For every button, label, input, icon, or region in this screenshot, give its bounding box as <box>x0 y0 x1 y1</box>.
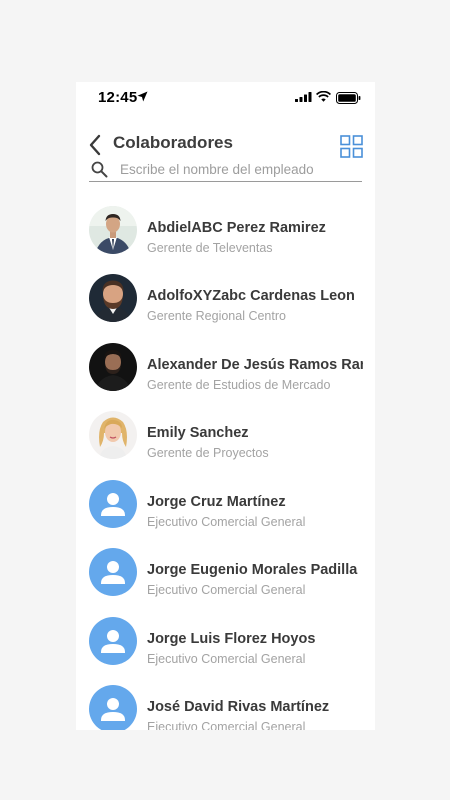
battery-icon <box>336 92 361 104</box>
phone-screen: 12:45 Colaboradores Escribe el nombre de… <box>76 82 375 730</box>
avatar-photo <box>89 274 137 322</box>
employee-name: AdolfoXYZabc Cardenas Leon <box>147 288 355 304</box>
employee-role: Ejecutivo Comercial General <box>147 583 306 597</box>
avatar-photo <box>89 206 137 254</box>
status-time: 12:45 <box>98 89 138 106</box>
list-item[interactable]: AdolfoXYZabc Cardenas Leon Gerente Regio… <box>76 270 375 338</box>
list-item[interactable]: Jorge Luis Florez Hoyos Ejecutivo Comerc… <box>76 613 375 681</box>
location-arrow-icon <box>137 91 148 102</box>
wifi-icon <box>316 91 331 102</box>
employee-name: Emily Sanchez <box>147 425 249 441</box>
employee-role: Ejecutivo Comercial General <box>147 652 306 666</box>
page-title: Colaboradores <box>113 133 233 152</box>
person-icon <box>89 685 137 730</box>
employee-name: Jorge Cruz Martínez <box>147 494 286 510</box>
employee-name: Jorge Eugenio Morales Padilla <box>147 562 358 578</box>
employee-name: Jorge Luis Florez Hoyos <box>147 631 316 647</box>
employee-name: Alexander De Jesús Ramos Rangel <box>147 357 363 373</box>
grid-view-icon[interactable] <box>340 135 363 158</box>
employee-name: José David Rivas Martínez <box>147 699 330 715</box>
avatar-photo <box>89 411 137 459</box>
list-item[interactable]: Emily Sanchez Gerente de Proyectos <box>76 407 375 475</box>
employee-role: Gerente de Proyectos <box>147 446 269 460</box>
status-bar: 12:45 <box>76 82 375 114</box>
employee-role: Ejecutivo Comercial General <box>147 720 306 730</box>
search-input[interactable] <box>120 160 356 179</box>
list-item[interactable]: Alexander De Jesús Ramos Rangel Gerente … <box>76 339 375 407</box>
employee-role: Gerente Regional Centro <box>147 309 286 323</box>
person-icon <box>89 548 137 596</box>
header: Colaboradores <box>76 130 375 160</box>
employee-role: Ejecutivo Comercial General <box>147 515 306 529</box>
employee-name: AbdielABC Perez Ramirez <box>147 220 326 236</box>
person-icon <box>89 617 137 665</box>
search-bar <box>89 160 362 182</box>
list-item[interactable]: José David Rivas Martínez Ejecutivo Come… <box>76 681 375 730</box>
back-chevron-icon[interactable] <box>88 134 102 156</box>
employee-role: Gerente de Televentas <box>147 241 273 255</box>
list-item[interactable]: AbdielABC Perez Ramirez Gerente de Telev… <box>76 202 375 270</box>
person-icon <box>89 480 137 528</box>
list-item[interactable]: Jorge Cruz Martínez Ejecutivo Comercial … <box>76 476 375 544</box>
list-item[interactable]: Jorge Eugenio Morales Padilla Ejecutivo … <box>76 544 375 612</box>
employee-role: Gerente de Estudios de Mercado <box>147 378 331 392</box>
search-icon <box>91 161 108 178</box>
avatar-photo <box>89 343 137 391</box>
signal-icon <box>295 92 312 102</box>
